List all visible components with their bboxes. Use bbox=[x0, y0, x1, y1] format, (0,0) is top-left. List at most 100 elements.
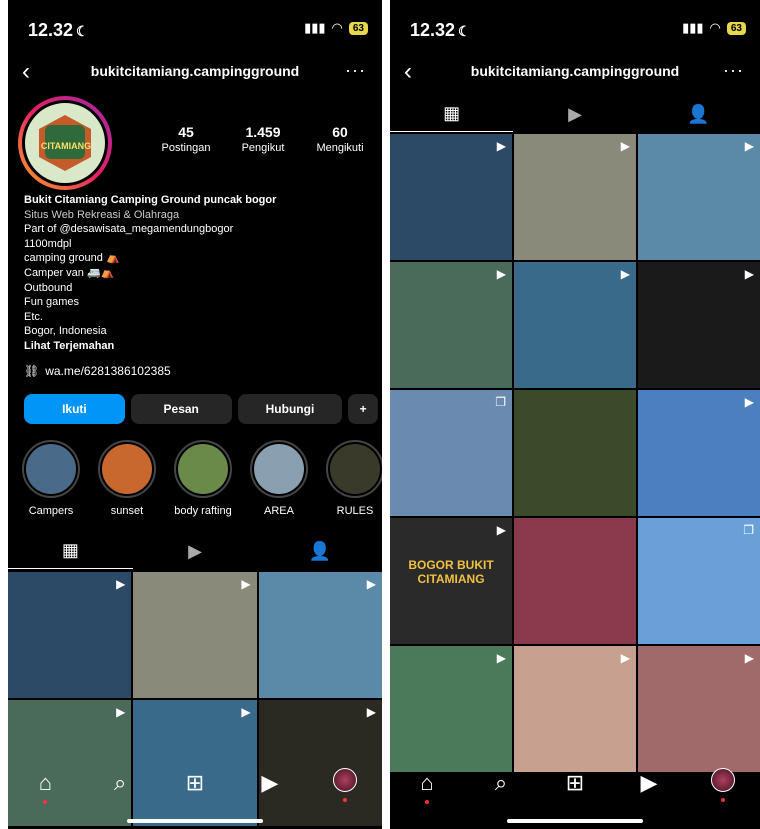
status-bar: 12.32 ☾ ▮▮▮ ◠ 63 bbox=[8, 0, 382, 58]
highlight-area[interactable]: AREA bbox=[250, 440, 308, 517]
bio-line: Outbound bbox=[24, 281, 73, 294]
post-thumbnail[interactable]: ▶ bbox=[390, 646, 512, 772]
bio-line: camping ground ⛺ bbox=[24, 252, 120, 265]
home-glyph: ⌂ bbox=[38, 770, 53, 795]
clock-text: 12.32 bbox=[28, 20, 74, 40]
left-screen: 12.32 ☾ ▮▮▮ ◠ 63 ‹ bukitcitamiang.camping… bbox=[8, 0, 382, 829]
status-icons: ▮▮▮ ◠ 63 bbox=[682, 20, 746, 36]
status-bar: 12.32 ☾ ▮▮▮ ◠ 63 bbox=[390, 0, 760, 58]
stat-num: 60 bbox=[332, 124, 348, 140]
create-icon[interactable]: ⊞ bbox=[175, 770, 215, 796]
highlight-body-rafting[interactable]: body rafting bbox=[174, 440, 232, 517]
post-thumbnail[interactable]: ▶ bbox=[8, 572, 132, 698]
post-thumbnail[interactable]: ▶ bbox=[258, 572, 382, 698]
post-thumbnail[interactable]: ▶ bbox=[514, 646, 636, 772]
link-text[interactable]: wa.me/6281386102385 bbox=[45, 364, 170, 378]
reels-tab-icon[interactable]: ▶ bbox=[133, 533, 258, 569]
home-icon[interactable]: ⌂ bbox=[407, 770, 447, 804]
highlight-campers[interactable]: Campers bbox=[22, 440, 80, 517]
battery-icon: 63 bbox=[348, 21, 368, 35]
reels-icon[interactable]: ▶ bbox=[250, 770, 290, 796]
link-icon: ⛓ bbox=[24, 364, 40, 378]
post-thumbnail[interactable]: ❐ bbox=[638, 518, 760, 644]
post-thumbnail[interactable]: ▶ bbox=[514, 262, 636, 388]
post-thumbnail[interactable]: ▶ bbox=[638, 390, 760, 516]
message-button[interactable]: Pesan bbox=[130, 394, 232, 424]
more-icon[interactable]: ··· bbox=[345, 60, 366, 81]
profile-avatar-icon[interactable] bbox=[325, 768, 365, 802]
profile-link[interactable]: ⛓ wa.me/6281386102385 bbox=[24, 364, 171, 378]
username: bukitcitamiang.campingground bbox=[470, 63, 680, 79]
reel-icon: ▶ bbox=[620, 139, 630, 153]
profile-mini-avatar bbox=[332, 768, 357, 792]
post-grid: ▶ ▶ ▶ ▶ ▶ ▶ ❐ ▶ ▶ BOGOR BUKIT CITAMIANG ❐ ▶ ▶ ▶ bbox=[390, 134, 760, 772]
search-icon[interactable]: ⌕ bbox=[481, 770, 521, 796]
post-thumbnail[interactable]: ▶ bbox=[133, 572, 257, 698]
highlight-sunset[interactable]: sunset bbox=[98, 440, 156, 517]
bottom-nav: ⌂ ⌕ ⊞ ▶ bbox=[390, 758, 760, 808]
profile-header: ‹ bukitcitamiang.campingground ··· bbox=[8, 58, 382, 88]
stat-posts[interactable]: 45 Postingan bbox=[148, 124, 224, 154]
reels-tab-icon[interactable]: ▶ bbox=[513, 96, 636, 132]
moon-icon: ☾ bbox=[76, 23, 89, 39]
stat-followers[interactable]: 1.459 Pengikut bbox=[225, 124, 301, 154]
highlight-rules[interactable]: RULES bbox=[326, 440, 382, 517]
post-thumbnail[interactable]: ❐ bbox=[390, 390, 512, 516]
home-glyph: ⌂ bbox=[420, 770, 434, 795]
reel-icon: ▶ bbox=[116, 705, 126, 719]
more-icon[interactable]: ··· bbox=[723, 60, 744, 81]
avatar-ring[interactable]: CITAMIANG bbox=[18, 96, 112, 190]
right-screen: 12.32 ☾ ▮▮▮ ◠ 63 ‹ bukitcitamiang.camping… bbox=[390, 0, 760, 829]
tagged-tab-icon[interactable]: 👤 bbox=[637, 96, 760, 132]
post-thumbnail[interactable]: ▶ bbox=[514, 134, 636, 260]
post-thumbnail[interactable]: ▶ bbox=[638, 262, 760, 388]
search-icon[interactable]: ⌕ bbox=[100, 770, 140, 796]
post-thumbnail[interactable]: ▶ bbox=[390, 262, 512, 388]
stat-following[interactable]: 60 Mengikuti bbox=[302, 124, 378, 154]
reel-icon: ▶ bbox=[496, 523, 506, 537]
stat-num: 45 bbox=[178, 124, 194, 140]
logo-text: CITAMIANG bbox=[40, 141, 92, 151]
bio-line[interactable]: Part of @desawisata_megamendungbogor bbox=[24, 222, 374, 237]
signal-icon: ▮▮▮ bbox=[304, 20, 326, 35]
profile-tabs: ▦ ▶ 👤 bbox=[8, 533, 382, 569]
see-translation-link[interactable]: Lihat Terjemahan bbox=[24, 339, 374, 354]
tagged-tab-icon[interactable]: 👤 bbox=[257, 533, 382, 569]
post-thumbnail[interactable]: ▶ bbox=[390, 134, 512, 260]
contact-button[interactable]: Hubungi bbox=[237, 394, 343, 424]
home-indicator[interactable] bbox=[127, 819, 263, 823]
highlight-label: RULES bbox=[336, 505, 374, 517]
story-highlights: Campers sunset body rafting AREA RULES bbox=[22, 440, 382, 517]
home-icon[interactable]: ⌂ bbox=[25, 770, 65, 804]
bio-line: Bogor, Indonesia bbox=[24, 325, 107, 338]
carousel-icon: ❐ bbox=[495, 395, 506, 409]
highlight-ring bbox=[174, 440, 232, 498]
post-overlay-text: BOGOR BUKIT CITAMIANG bbox=[408, 558, 494, 586]
clock: 12.32 ☾ bbox=[28, 20, 89, 41]
notification-dot bbox=[342, 798, 347, 802]
highlight-ring bbox=[250, 440, 308, 498]
highlight-label: sunset bbox=[110, 505, 144, 517]
follow-button[interactable]: Ikuti bbox=[24, 394, 125, 424]
reels-icon[interactable]: ▶ bbox=[629, 770, 669, 796]
wifi-icon: ◠ bbox=[331, 20, 343, 35]
post-thumbnail[interactable] bbox=[514, 518, 636, 644]
reel-icon: ▶ bbox=[366, 577, 376, 591]
avatar[interactable]: CITAMIANG bbox=[22, 100, 108, 186]
profile-stats: 45 Postingan 1.459 Pengikut 60 Mengikuti bbox=[148, 124, 378, 154]
grid-tab-icon[interactable]: ▦ bbox=[8, 533, 133, 569]
add-person-icon[interactable]: + bbox=[348, 394, 378, 424]
post-thumbnail[interactable]: ▶ bbox=[638, 646, 760, 772]
bottom-nav: ⌂ ⌕ ⊞ ▶ bbox=[8, 758, 382, 808]
battery-icon: 63 bbox=[726, 21, 746, 35]
highlight-cover bbox=[330, 444, 380, 494]
post-thumbnail[interactable]: ▶ BOGOR BUKIT CITAMIANG bbox=[390, 518, 512, 644]
post-thumbnail[interactable]: ▶ bbox=[638, 134, 760, 260]
profile-avatar-icon[interactable] bbox=[703, 768, 743, 802]
profile-bio: Bukit Citamiang Camping Ground puncak bo… bbox=[24, 193, 374, 354]
create-icon[interactable]: ⊞ bbox=[555, 770, 595, 796]
home-indicator[interactable] bbox=[507, 819, 643, 823]
wifi-icon: ◠ bbox=[709, 20, 721, 35]
post-thumbnail[interactable] bbox=[514, 390, 636, 516]
grid-tab-icon[interactable]: ▦ bbox=[390, 96, 514, 132]
